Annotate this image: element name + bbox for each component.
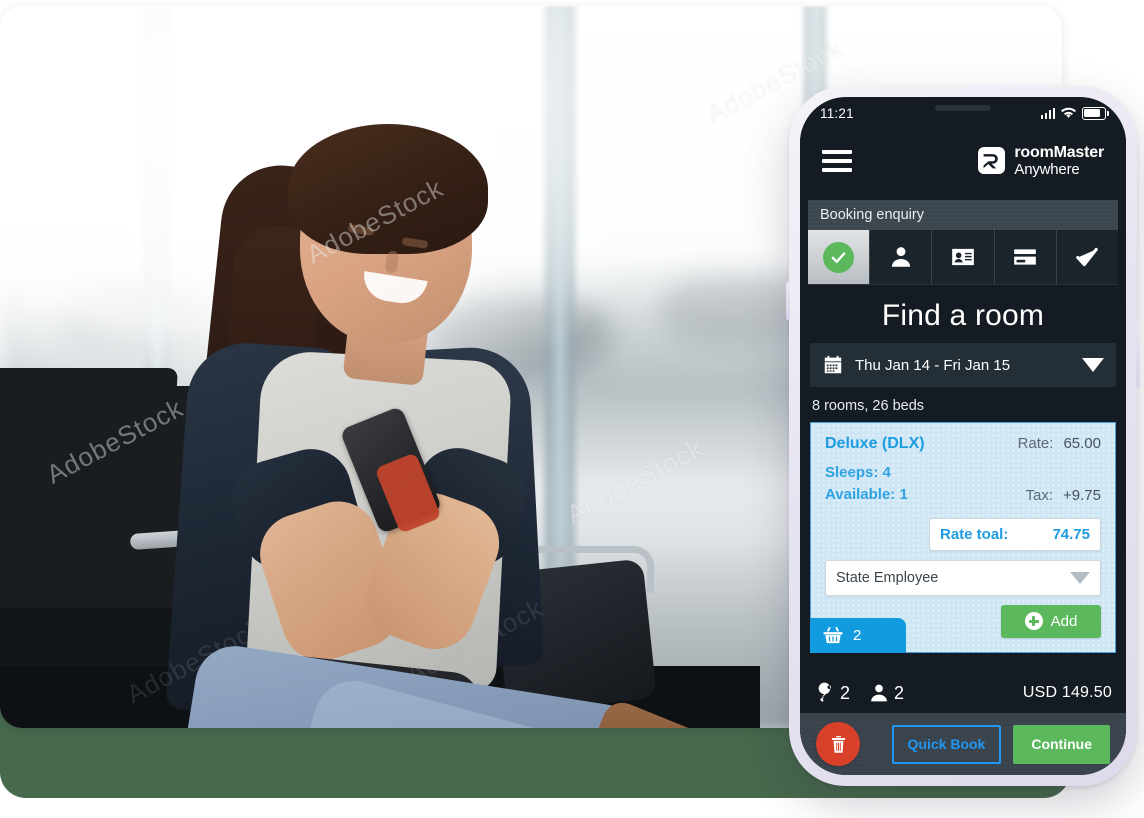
rate-label: Rate: xyxy=(1017,435,1054,452)
tab-details[interactable] xyxy=(932,230,995,284)
available-label: Available: 1 xyxy=(825,485,908,503)
id-card-icon xyxy=(952,248,974,266)
app-header: roomMaster Anywhere xyxy=(800,129,1126,193)
basket-icon xyxy=(823,626,843,644)
guests-summary: 2 xyxy=(868,682,904,704)
sleeps-label: Sleeps: 4 xyxy=(825,464,891,481)
tax-row: Tax: +9.75 xyxy=(1026,487,1101,506)
basket-badge[interactable]: 2 xyxy=(810,617,906,653)
checkmark-icon xyxy=(1076,247,1099,267)
quick-book-button[interactable]: Quick Book xyxy=(891,724,1002,764)
tab-guest[interactable] xyxy=(870,230,933,284)
rooms-count-value: 2 xyxy=(840,682,851,703)
status-icons xyxy=(1040,106,1109,120)
availability-summary: 8 rooms, 26 beds xyxy=(812,398,925,414)
tab-confirm[interactable] xyxy=(1057,230,1118,284)
add-room-button[interactable]: Add xyxy=(1001,604,1101,638)
booking-step-tabs xyxy=(808,230,1118,285)
brand-line-2: Anywhere xyxy=(1014,160,1080,178)
basket-count: 2 xyxy=(853,626,862,644)
tax-label: Tax: xyxy=(1025,486,1054,504)
date-range-value: Thu Jan 14 - Fri Jan 15 xyxy=(855,356,1011,374)
room-card-body: Sleeps: 4 Available: 1 Tax: +9.75 xyxy=(825,462,1101,506)
booking-summary-bar: 2 2 USD 149.50 xyxy=(800,673,1126,713)
booking-total: USD 149.50 xyxy=(1022,684,1112,701)
signal-bars-icon xyxy=(1040,107,1055,119)
rate-value: 65.00 xyxy=(1063,435,1101,452)
battery-icon xyxy=(1082,106,1109,120)
rate-total-value: 74.75 xyxy=(1052,525,1090,543)
continue-button[interactable]: Continue xyxy=(1013,724,1110,764)
room-result-card[interactable]: Deluxe (DLX) Rate: 65.00 Sleeps: 4 Availa… xyxy=(810,422,1116,653)
status-bar: 11:21 xyxy=(800,97,1126,129)
rate-plan-value: State Employee xyxy=(836,569,939,586)
green-check-circle-icon xyxy=(823,241,855,273)
plus-circle-icon xyxy=(1024,612,1043,630)
brand-text: roomMaster Anywhere xyxy=(1014,143,1104,178)
quick-book-label: Quick Book xyxy=(907,736,986,752)
calendar-icon xyxy=(824,355,842,374)
tab-payment[interactable] xyxy=(995,230,1057,284)
guests-count-value: 2 xyxy=(894,682,905,703)
person-icon xyxy=(891,247,910,267)
woman-figure xyxy=(150,76,790,728)
brand-logo: roomMaster Anywhere xyxy=(978,143,1104,178)
rate-total-label: Rate toal: xyxy=(940,525,1009,543)
person-icon xyxy=(871,684,887,702)
hamburger-menu-icon[interactable] xyxy=(822,150,852,172)
page-stage: AdobeStock AdobeStock AdobeStock AdobeSt… xyxy=(0,0,1144,818)
roommaster-logo-icon xyxy=(978,147,1006,175)
page-title: Find a room xyxy=(881,299,1045,332)
status-time: 11:21 xyxy=(820,105,854,121)
date-range-selector[interactable]: Thu Jan 14 - Fri Jan 15 xyxy=(810,343,1116,387)
rate-row: Rate: 65.00 xyxy=(1018,435,1101,452)
booking-enquiry-label: Booking enquiry xyxy=(820,207,924,223)
phone-screen: 11:21 roomMaster Anywhere Booking enquir… xyxy=(800,97,1126,775)
action-bar: Quick Book Continue xyxy=(800,713,1126,775)
key-icon xyxy=(818,682,831,702)
continue-label: Continue xyxy=(1031,736,1092,752)
rooms-summary: 2 xyxy=(814,682,850,704)
caret-down-icon[interactable] xyxy=(1082,358,1104,372)
tax-value: +9.75 xyxy=(1063,486,1101,504)
booking-enquiry-title-bar: Booking enquiry xyxy=(808,200,1118,230)
wifi-icon xyxy=(1061,107,1076,118)
rate-plan-select[interactable]: State Employee xyxy=(825,559,1101,596)
rate-total-box: Rate toal: 74.75 xyxy=(929,517,1101,551)
caret-down-icon xyxy=(1070,571,1090,584)
smartphone-mockup: 11:21 roomMaster Anywhere Booking enquir… xyxy=(786,86,1140,786)
tab-rooms[interactable] xyxy=(808,230,871,284)
room-type-label: Deluxe (DLX) xyxy=(825,435,925,452)
trash-icon xyxy=(831,735,845,753)
room-card-header: Deluxe (DLX) Rate: 65.00 xyxy=(825,435,1101,453)
brand-line-1: roomMaster xyxy=(1014,143,1104,161)
credit-card-icon xyxy=(1014,249,1037,265)
add-room-label: Add xyxy=(1050,612,1078,630)
delete-button[interactable] xyxy=(816,722,860,766)
room-occupancy-info: Sleeps: 4 Available: 1 xyxy=(825,462,908,506)
